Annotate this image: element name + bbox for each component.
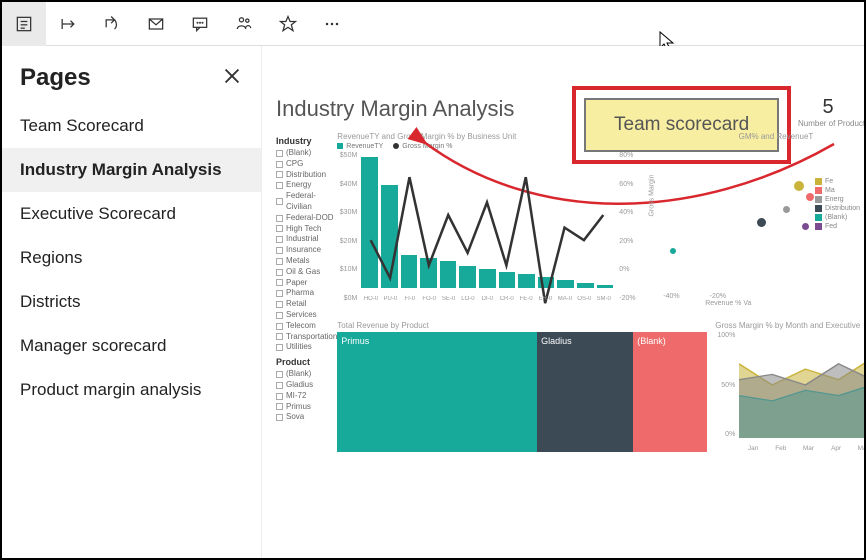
filter-item[interactable]: (Blank) [276,369,337,380]
page-item-executive-scorecard[interactable]: Executive Scorecard [2,192,261,236]
filter-item[interactable]: Industrial [276,234,337,245]
scatter-point[interactable] [783,206,790,213]
page-item-industry-margin[interactable]: Industry Margin Analysis [2,148,261,192]
filter-item[interactable]: Retail [276,299,337,310]
kpi-label: Number of Product [798,119,858,128]
filter-pane: Industry (Blank)CPGDistributionEnergyFed… [276,132,337,452]
filter-item[interactable]: Federal-Civilian [276,191,337,213]
scatter-point[interactable] [757,218,766,227]
filter-item[interactable]: Utilities [276,342,337,353]
export-icon[interactable] [46,2,90,46]
combo-chart[interactable]: $50M$40M$30M$20M$10M$0M 80%60%40%20%0%-2… [337,152,637,302]
scatter-xtick: -40% [663,293,679,300]
kpi-value: 5 [798,96,858,119]
filter-item[interactable]: Energy [276,180,337,191]
filter-item[interactable]: MI-72 [276,391,337,402]
kpi-card: 5 Number of Product [798,96,858,128]
filter-item[interactable]: Insurance [276,245,337,256]
share-icon[interactable] [90,2,134,46]
scatter-xtick: -20% [710,293,726,300]
scatter-xlabel: Revenue % Va [643,300,813,307]
page-item-districts[interactable]: Districts [2,280,261,324]
favorite-icon[interactable] [266,2,310,46]
filter-item[interactable]: Sova [276,412,337,423]
scatter-point[interactable] [802,223,809,230]
page-item-regions[interactable]: Regions [2,236,261,280]
pages-title: Pages [20,64,91,92]
report-canvas: Industry Margin Analysis Team scorecard … [262,46,864,558]
filter-header-product: Product [276,357,337,367]
filter-item[interactable]: Services [276,310,337,321]
scatter-title: GM% and RevenueT [643,132,813,141]
filter-item[interactable]: CPG [276,159,337,170]
legend-margin: Gross Margin % [402,143,452,150]
scatter-ylabel: Gross Margin [649,174,656,216]
scatter-chart[interactable] [643,143,813,293]
area-title: Gross Margin % by Month and Executive [715,321,864,330]
filter-item[interactable]: Metals [276,256,337,267]
filter-item[interactable]: Paper [276,278,337,289]
filter-header-industry: Industry [276,136,337,146]
page-item-manager-scorecard[interactable]: Manager scorecard [2,324,261,368]
top-toolbar [2,2,864,46]
area-chart[interactable]: 100%50%0% JanFebMarAprMayJun [715,332,864,452]
scatter-legend: FeMaEnergDistribution(Blank)Fed [815,176,860,232]
teams-icon[interactable] [222,2,266,46]
pages-pane: Pages Team Scorecard Industry Margin Ana… [2,46,262,558]
filter-item[interactable]: Oil & Gas [276,267,337,278]
page-item-team-scorecard[interactable]: Team Scorecard [2,104,261,148]
filter-item[interactable]: Distribution [276,170,337,181]
filter-item[interactable]: Federal-DOD [276,213,337,224]
filter-item[interactable]: (Blank) [276,148,337,159]
more-icon[interactable] [310,2,354,46]
scatter-point[interactable] [806,193,814,201]
legend-revenue: RevenueTY [346,143,383,150]
page-item-product-margin[interactable]: Product margin analysis [2,368,261,412]
filter-item[interactable]: Primus [276,402,337,413]
comment-icon[interactable] [178,2,222,46]
filter-item[interactable]: High Tech [276,224,337,235]
treemap-blank[interactable]: (Blank) [633,332,707,452]
filter-item[interactable]: Pharma [276,288,337,299]
filter-item[interactable]: Telecom [276,321,337,332]
scatter-point[interactable] [794,181,804,191]
filter-item[interactable]: Transportation [276,332,337,343]
close-icon[interactable] [221,65,243,92]
filter-item[interactable]: Gladius [276,380,337,391]
scatter-point[interactable] [670,248,676,254]
menu-icon[interactable] [2,2,46,46]
mail-icon[interactable] [134,2,178,46]
